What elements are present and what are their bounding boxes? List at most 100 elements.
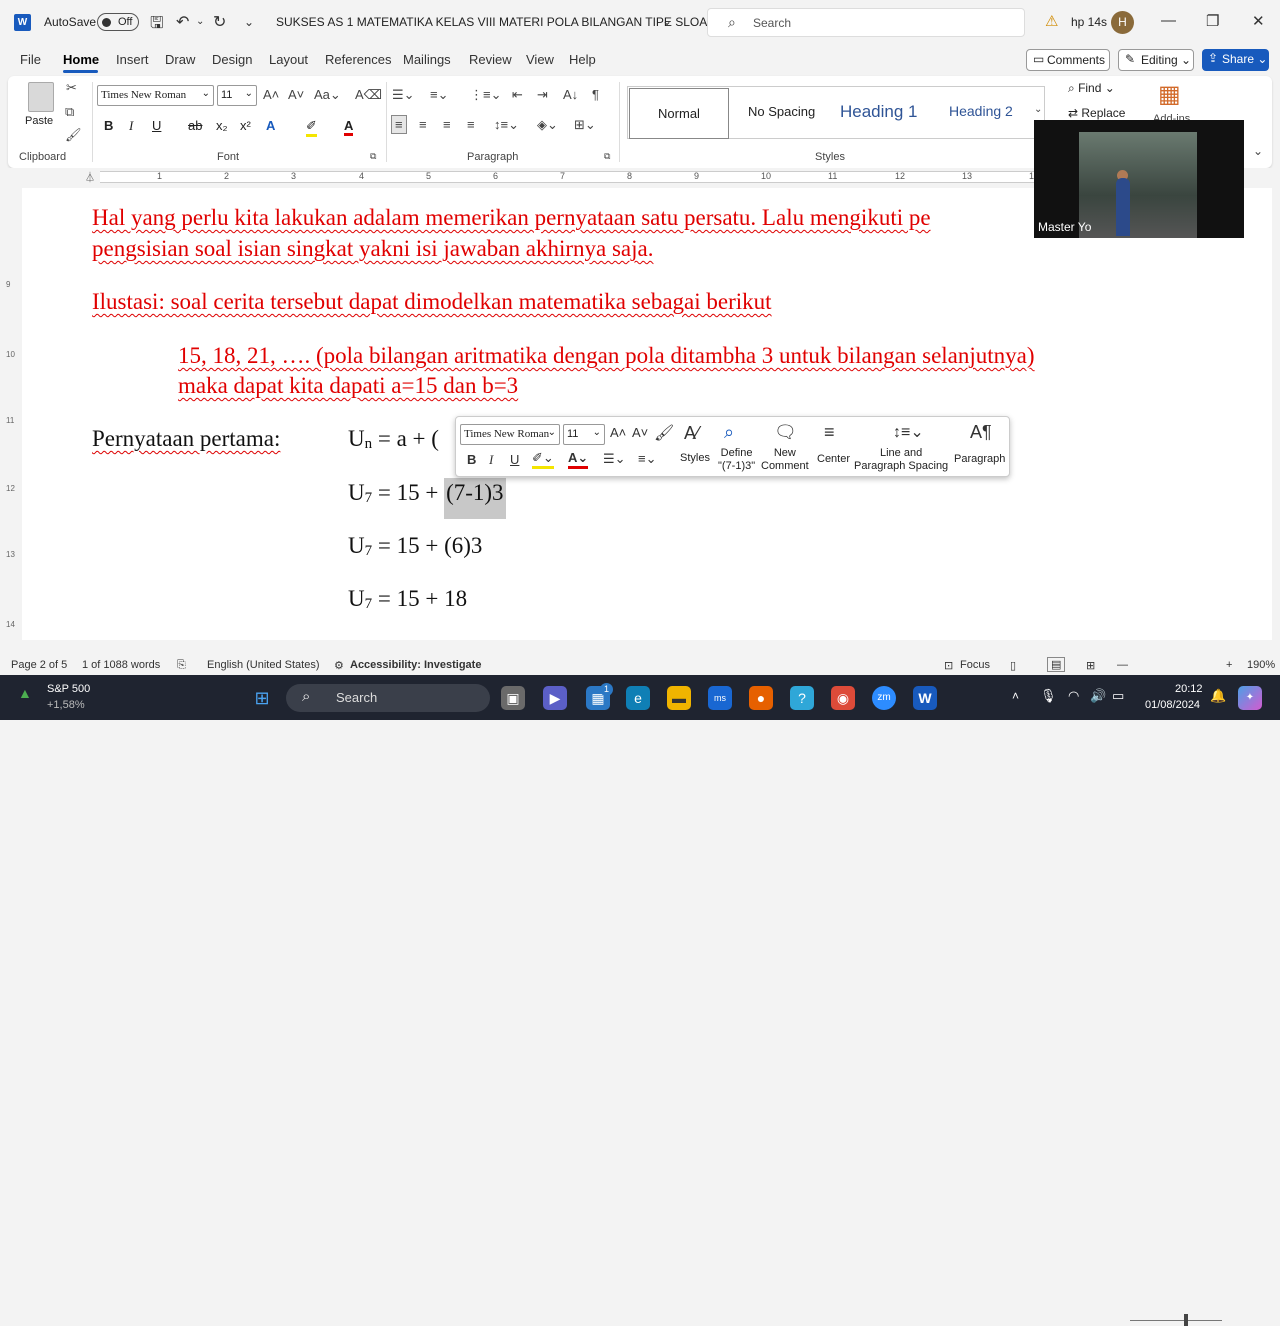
- tab-draw[interactable]: Draw: [165, 52, 195, 67]
- read-mode-icon[interactable]: ▯: [1010, 659, 1016, 672]
- app-icon-2[interactable]: ?: [790, 686, 814, 710]
- chrome-icon[interactable]: ◉: [831, 686, 855, 710]
- tab-insert[interactable]: Insert: [116, 52, 149, 67]
- tab-design[interactable]: Design: [212, 52, 252, 67]
- step3-line[interactable]: U7 = 15 + 18: [348, 586, 467, 613]
- multilevel-list-icon[interactable]: ⋮≡⌄: [470, 87, 501, 103]
- copilot-icon[interactable]: ✦: [1238, 686, 1262, 710]
- para1-line1[interactable]: Hal yang perlu kita lakukan adalam memer…: [92, 205, 931, 231]
- mini-underline-icon[interactable]: U: [510, 452, 519, 467]
- grow-font-icon[interactable]: A˄: [263, 87, 279, 102]
- tab-mailings[interactable]: Mailings: [403, 52, 451, 67]
- statement-label[interactable]: Pernyataan pertama:: [92, 426, 280, 452]
- mini-grow-font-icon[interactable]: A˄: [610, 425, 626, 440]
- teams-icon[interactable]: ▶: [543, 686, 567, 710]
- comments-button[interactable]: ▭ Comments: [1026, 49, 1110, 71]
- account-name[interactable]: hp 14s: [1071, 15, 1107, 29]
- step1-line[interactable]: U7 = 15 + (7-1)3: [348, 478, 506, 519]
- tab-layout[interactable]: Layout: [269, 52, 308, 67]
- save-icon[interactable]: 🖫: [150, 12, 164, 39]
- microphone-icon[interactable]: 🎙: [1040, 688, 1057, 704]
- redo-icon[interactable]: ↻: [213, 12, 226, 32]
- pola-line1[interactable]: 15, 18, 21, …. (pola bilangan aritmatika…: [178, 343, 1035, 369]
- new-comment-icon[interactable]: 🗨: [774, 422, 797, 443]
- font-color-icon[interactable]: A: [344, 118, 354, 136]
- styles-scroll-icon[interactable]: ⌄: [1034, 104, 1042, 115]
- find-button[interactable]: ⌕ Find ⌄: [1068, 81, 1115, 96]
- line-spacing-icon[interactable]: ↕≡⌄: [893, 422, 924, 442]
- mini-bullets-icon[interactable]: ☰⌄: [603, 451, 626, 467]
- shrink-font-icon[interactable]: A˅: [288, 87, 304, 102]
- change-case-icon[interactable]: Aa⌄: [314, 87, 341, 103]
- tab-review[interactable]: Review: [469, 52, 512, 67]
- decrease-indent-icon[interactable]: ⇤: [512, 87, 523, 103]
- focus-button[interactable]: Focus: [960, 659, 990, 671]
- battery-icon[interactable]: ▭: [1112, 688, 1124, 704]
- sort-icon[interactable]: A↓: [563, 87, 578, 102]
- font-dialog-launcher-icon[interactable]: ⧉: [370, 151, 376, 162]
- document-page[interactable]: Hal yang perlu kita lakukan adalam memer…: [22, 188, 1272, 640]
- zoom-level[interactable]: 190%: [1247, 659, 1275, 671]
- borders-icon[interactable]: ⊞⌄: [574, 117, 596, 133]
- line-spacing-icon[interactable]: ↕≡⌄: [494, 117, 519, 133]
- restore-icon[interactable]: ❐: [1206, 12, 1219, 30]
- tab-view[interactable]: View: [526, 52, 554, 67]
- warning-icon[interactable]: ⚠: [1045, 12, 1058, 30]
- zoom-in-icon[interactable]: +: [1226, 659, 1232, 671]
- shading-icon[interactable]: ◈⌄: [537, 117, 558, 133]
- center-icon[interactable]: ≡: [824, 422, 835, 443]
- task-view-icon[interactable]: ▣: [501, 686, 525, 710]
- document-title[interactable]: SUKSES AS 1 MATEMATIKA KELAS VIII MATERI…: [276, 15, 724, 29]
- strikethrough-icon[interactable]: ab: [188, 118, 202, 133]
- subscript-icon[interactable]: x₂: [216, 118, 228, 133]
- wifi-icon[interactable]: ◠: [1068, 688, 1079, 704]
- edge-icon[interactable]: e: [626, 686, 650, 710]
- style-heading-1[interactable]: Heading 1: [840, 102, 918, 122]
- undo-icon[interactable]: ↶: [176, 12, 189, 32]
- show-hidden-icons-icon[interactable]: ˄: [1012, 689, 1019, 703]
- proofing-icon[interactable]: ⎘: [177, 659, 186, 672]
- web-layout-icon[interactable]: ⊞: [1086, 659, 1095, 672]
- title-chevron-down-icon[interactable]: ⌄: [662, 14, 672, 28]
- autosave-toggle[interactable]: Off: [97, 13, 139, 31]
- mini-format-painter-icon[interactable]: 🖌: [654, 423, 674, 443]
- style-no-spacing[interactable]: No Spacing: [748, 104, 815, 119]
- tab-references[interactable]: References: [325, 52, 391, 67]
- indent-marker-icon[interactable]: ⏃: [85, 169, 95, 184]
- copy-icon[interactable]: ⧉: [65, 104, 74, 120]
- page-count[interactable]: Page 2 of 5: [11, 659, 67, 671]
- paste-button-label[interactable]: Paste: [25, 115, 53, 127]
- volume-icon[interactable]: 🔊: [1090, 688, 1106, 704]
- app-icon[interactable]: ms: [708, 686, 732, 710]
- editing-button[interactable]: ✎ Editing ⌄: [1118, 49, 1194, 71]
- tab-help[interactable]: Help: [569, 52, 596, 67]
- tab-home[interactable]: Home: [63, 52, 99, 67]
- tab-file[interactable]: File: [20, 52, 41, 67]
- center-label[interactable]: Center: [817, 453, 850, 465]
- define-button[interactable]: Define "(7-1)3": [718, 447, 755, 473]
- stock-name[interactable]: S&P 500: [47, 683, 90, 695]
- clear-formatting-icon[interactable]: A⌫: [355, 87, 382, 103]
- clock-time[interactable]: 20:12: [1175, 683, 1203, 695]
- mini-italic-icon[interactable]: I: [489, 452, 493, 468]
- word-count[interactable]: 1 of 1088 words: [82, 659, 160, 671]
- customize-qat-icon[interactable]: ⌄: [244, 15, 254, 29]
- search-box[interactable]: ⌕ Search: [707, 8, 1025, 37]
- mini-font-size-dropdown[interactable]: 11 ⌄: [563, 424, 605, 445]
- highlight-color-icon[interactable]: ✐: [306, 118, 317, 137]
- superscript-icon[interactable]: x²: [240, 118, 251, 133]
- text-effects-icon[interactable]: A: [266, 118, 275, 133]
- formula-line[interactable]: Un = a + (: [348, 426, 439, 453]
- paragraph-icon[interactable]: A¶: [970, 422, 992, 443]
- align-center-icon[interactable]: ≡: [419, 117, 427, 132]
- taskbar-search[interactable]: ⌕ Search: [286, 684, 490, 712]
- format-painter-icon[interactable]: 🖌: [65, 127, 82, 143]
- pola-line2[interactable]: maka dapat kita dapati a=15 dan b=3: [178, 373, 518, 399]
- print-layout-icon[interactable]: ▤: [1047, 657, 1066, 672]
- mini-font-name-dropdown[interactable]: Times New Roman ⌄: [460, 424, 560, 445]
- clock-date[interactable]: 01/08/2024: [1145, 699, 1200, 711]
- add-ins-icon[interactable]: ▦: [1158, 80, 1181, 109]
- step2-line[interactable]: U7 = 15 + (6)3: [348, 533, 482, 560]
- close-icon[interactable]: ✕: [1252, 12, 1265, 30]
- justify-icon[interactable]: ≡: [467, 117, 475, 132]
